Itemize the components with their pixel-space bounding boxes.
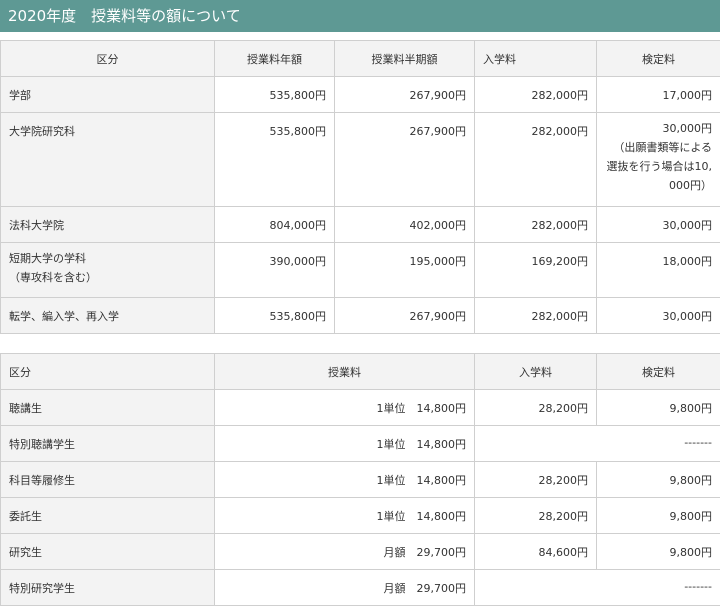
- entrance-fee: 28,200円: [475, 498, 597, 534]
- tuition-fee: 1単位 14,800円: [215, 498, 475, 534]
- exam-fee: 17,000円: [597, 77, 720, 113]
- table-row: 大学院研究科 535,800円 267,900円 282,000円 30,000…: [1, 113, 720, 207]
- entrance-fee: 84,600円: [475, 534, 597, 570]
- column-header: 入学料: [475, 354, 597, 390]
- table-header-row: 区分 授業料 入学料 検定料: [1, 354, 720, 390]
- table-row: 特別研究学生 月額 29,700円 -------: [1, 570, 720, 606]
- tuition-fee: 1単位 14,800円: [215, 462, 475, 498]
- table-row: 研究生 月額 29,700円 84,600円 9,800円: [1, 534, 720, 570]
- half-year-fee: 402,000円: [335, 207, 475, 243]
- annual-fee: 390,000円: [215, 243, 335, 298]
- exam-fee: 9,800円: [597, 498, 720, 534]
- column-header: 検定料: [597, 354, 720, 390]
- table-row: 委託生 1単位 14,800円 28,200円 9,800円: [1, 498, 720, 534]
- row-label: 科目等履修生: [1, 462, 215, 498]
- column-header: 区分: [1, 41, 215, 77]
- tuition-fee: 1単位 14,800円: [215, 390, 475, 426]
- column-header: 授業料半期額: [335, 41, 475, 77]
- column-header: 区分: [1, 354, 215, 390]
- row-label: 研究生: [1, 534, 215, 570]
- exam-fee: 30,000円: [597, 207, 720, 243]
- column-header: 授業料年額: [215, 41, 335, 77]
- not-applicable: -------: [475, 426, 720, 462]
- other-students-table: 区分 授業料 入学料 検定料 聴講生 1単位 14,800円 28,200円 9…: [0, 353, 720, 606]
- exam-fee: 9,800円: [597, 390, 720, 426]
- entrance-fee: 282,000円: [475, 77, 597, 113]
- row-label: 学部: [1, 77, 215, 113]
- exam-fee: 30,000円 （出願書類等による選抜を行う場合は10,000円）: [597, 113, 720, 207]
- exam-fee: 18,000円: [597, 243, 720, 298]
- entrance-fee: 282,000円: [475, 298, 597, 334]
- not-applicable: -------: [475, 570, 720, 606]
- annual-fee: 535,800円: [215, 113, 335, 207]
- half-year-fee: 267,900円: [335, 298, 475, 334]
- row-label: 委託生: [1, 498, 215, 534]
- table-row: 特別聴講学生 1単位 14,800円 -------: [1, 426, 720, 462]
- page-title: 2020年度 授業料等の額について: [0, 0, 720, 32]
- tuition-table: 区分 授業料年額 授業料半期額 入学料 検定料 学部 535,800円 267,…: [0, 40, 720, 334]
- tuition-fee: 1単位 14,800円: [215, 426, 475, 462]
- row-label: 法科大学院: [1, 207, 215, 243]
- exam-fee: 9,800円: [597, 534, 720, 570]
- table-row: 聴講生 1単位 14,800円 28,200円 9,800円: [1, 390, 720, 426]
- entrance-fee: 282,000円: [475, 207, 597, 243]
- column-header: 入学料: [475, 41, 597, 77]
- column-header: 検定料: [597, 41, 720, 77]
- annual-fee: 535,800円: [215, 298, 335, 334]
- entrance-fee: 28,200円: [475, 390, 597, 426]
- table-row: 学部 535,800円 267,900円 282,000円 17,000円: [1, 77, 720, 113]
- row-label: 短期大学の学科 （専攻科を含む）: [1, 243, 215, 298]
- entrance-fee: 28,200円: [475, 462, 597, 498]
- row-label: 聴講生: [1, 390, 215, 426]
- exam-fee: 30,000円: [597, 298, 720, 334]
- row-label: 特別聴講学生: [1, 426, 215, 462]
- half-year-fee: 195,000円: [335, 243, 475, 298]
- annual-fee: 535,800円: [215, 77, 335, 113]
- tuition-fee: 月額 29,700円: [215, 570, 475, 606]
- table-row: 短期大学の学科 （専攻科を含む） 390,000円 195,000円 169,2…: [1, 243, 720, 298]
- annual-fee: 804,000円: [215, 207, 335, 243]
- half-year-fee: 267,900円: [335, 113, 475, 207]
- row-label: 特別研究学生: [1, 570, 215, 606]
- entrance-fee: 282,000円: [475, 113, 597, 207]
- entrance-fee: 169,200円: [475, 243, 597, 298]
- table-row: 転学、編入学、再入学 535,800円 267,900円 282,000円 30…: [1, 298, 720, 334]
- tuition-fee: 月額 29,700円: [215, 534, 475, 570]
- table-header-row: 区分 授業料年額 授業料半期額 入学料 検定料: [1, 41, 720, 77]
- row-label: 転学、編入学、再入学: [1, 298, 215, 334]
- column-header: 授業料: [215, 354, 475, 390]
- half-year-fee: 267,900円: [335, 77, 475, 113]
- exam-fee: 9,800円: [597, 462, 720, 498]
- row-label: 大学院研究科: [1, 113, 215, 207]
- table-row: 科目等履修生 1単位 14,800円 28,200円 9,800円: [1, 462, 720, 498]
- table-row: 法科大学院 804,000円 402,000円 282,000円 30,000円: [1, 207, 720, 243]
